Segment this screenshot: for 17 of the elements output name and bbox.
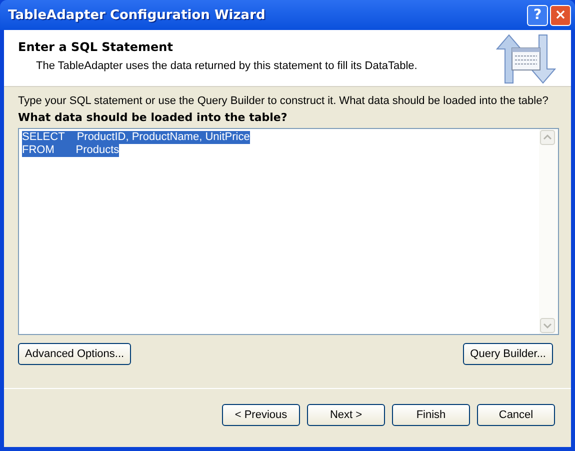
scroll-up-icon[interactable]: [540, 130, 555, 145]
page-heading: Enter a SQL Statement: [18, 40, 174, 54]
sql-label: What data should be loaded into the table?: [18, 111, 288, 124]
close-button[interactable]: ×: [550, 4, 571, 26]
wizard-button[interactable]: Cancel: [477, 404, 555, 426]
option-button[interactable]: Advanced Options...: [18, 343, 132, 365]
wizard-button[interactable]: Next >: [307, 404, 385, 426]
sql-text-area[interactable]: SELECT ProductID, ProductName, UnitPrice FROM Products: [18, 128, 559, 335]
instructions-text: Type your SQL statement or use the Query Builder to construct it. What data should be loaded into the table?: [18, 95, 550, 108]
scroll-down-icon[interactable]: [540, 318, 555, 333]
option-button[interactable]: Query Builder...: [463, 343, 553, 365]
page-description: The TableAdapter uses the data returned by this statement to fill its DataTable.: [36, 60, 418, 72]
wizard-button[interactable]: Finish: [392, 404, 470, 426]
window-title: TableAdapter Configuration Wizard: [8, 8, 266, 22]
help-button[interactable]: ?: [527, 4, 548, 26]
scrollbar[interactable]: [539, 129, 558, 334]
wizard-button[interactable]: < Previous: [222, 404, 300, 426]
